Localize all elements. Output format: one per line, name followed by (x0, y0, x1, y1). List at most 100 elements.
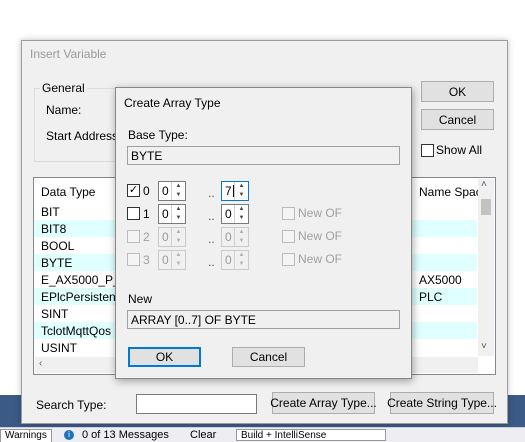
vertical-scrollbar[interactable]: ˄ ˅ (478, 179, 494, 356)
lower-bound-spinner-value: 0 (162, 253, 169, 267)
upper-bound-spinner-value: 0 (225, 207, 232, 221)
upper-bound-spinner-value: 7 (225, 184, 232, 198)
search-type-input[interactable] (136, 394, 257, 414)
range-separator: .. (208, 186, 215, 200)
show-all-label: Show All (436, 143, 483, 157)
spin-arrows[interactable]: ▲ ▼ (171, 228, 185, 246)
chevron-left-icon[interactable]: ‹ (39, 358, 42, 369)
dimension-checkbox (127, 230, 140, 243)
type-name: BOOL (41, 239, 75, 253)
start-address-label: Start Address: (46, 129, 122, 143)
lower-bound-spinner: 0 ▲ ▼ (158, 250, 186, 270)
upper-bound-spinner[interactable]: 7 ▲ ▼ (221, 181, 249, 201)
new-of-checkbox (282, 253, 295, 266)
dimension-rows: ✓ 0 0 ▲ ▼.. 7 ▲ ▼ 1 0 ▲ ▼.. 0 ▲ ▼ New OF 2 0 ▲ ▼.. 0 ▲ ▼ New OF… (116, 181, 411, 271)
new-of-label: New OF (298, 252, 343, 266)
spin-arrows[interactable]: ▲ ▼ (234, 205, 248, 223)
spin-up-icon[interactable]: ▲ (172, 228, 185, 237)
type-name: E_AX5000_P_0 (41, 273, 127, 287)
insert-variable-title: Insert Variable (30, 47, 107, 61)
cancel-button[interactable]: Cancel (421, 109, 494, 130)
type-name: BIT (41, 205, 60, 219)
dimension-checkbox (127, 253, 140, 266)
type-name: TclotMqttQos (41, 324, 112, 338)
spin-down-icon[interactable]: ▼ (235, 237, 248, 246)
spin-down-icon[interactable]: ▼ (172, 191, 185, 200)
new-label: New (128, 292, 153, 306)
dimension-index: 3 (143, 253, 150, 267)
create-array-type-button[interactable]: Create Array Type... (270, 392, 377, 414)
spin-up-icon[interactable]: ▲ (172, 182, 185, 191)
base-type-field: BYTE (127, 146, 400, 165)
spin-arrows[interactable]: ▲ ▼ (171, 182, 185, 200)
dimension-checkbox[interactable] (127, 207, 140, 220)
type-name: BIT8 (41, 222, 67, 236)
new-type-field: ARRAY [0..7] OF BYTE (127, 310, 400, 329)
spin-down-icon[interactable]: ▼ (235, 191, 248, 200)
spin-arrows[interactable]: ▲ ▼ (234, 228, 248, 246)
name-space-header[interactable]: Name Spac (419, 185, 482, 199)
show-all-checkbox[interactable] (421, 144, 434, 157)
type-name: BYTE (41, 256, 73, 270)
warnings-tab[interactable]: Warnings (0, 429, 52, 442)
create-array-title: Create Array Type (124, 96, 221, 110)
warnings-label: Warnings (5, 430, 47, 441)
chevron-down-icon[interactable]: ˅ (481, 341, 487, 352)
upper-bound-spinner: 0 ▲ ▼ (221, 227, 249, 247)
upper-bound-spinner[interactable]: 0 ▲ ▼ (221, 204, 249, 224)
spin-down-icon[interactable]: ▼ (235, 260, 248, 269)
lower-bound-spinner-value: 0 (162, 207, 169, 221)
clear-button[interactable]: Clear (190, 429, 216, 441)
spin-up-icon[interactable]: ▲ (235, 182, 248, 191)
type-namespace: PLC (419, 290, 443, 304)
type-name: SINT (41, 307, 69, 321)
dimension-checkbox[interactable]: ✓ (127, 184, 140, 197)
dimension-index: 0 (143, 184, 150, 198)
lower-bound-spinner: 0 ▲ ▼ (158, 227, 186, 247)
spin-down-icon[interactable]: ▼ (172, 214, 185, 223)
spin-up-icon[interactable]: ▲ (172, 251, 185, 260)
lower-bound-spinner-value: 0 (162, 230, 169, 244)
array-cancel-button[interactable]: Cancel (232, 347, 305, 367)
lower-bound-spinner[interactable]: 0 ▲ ▼ (158, 181, 186, 201)
build-filter-value: Build + IntelliSense (241, 430, 327, 441)
info-icon: i (64, 430, 74, 440)
lower-bound-spinner[interactable]: 0 ▲ ▼ (158, 204, 186, 224)
new-of-checkbox (282, 207, 295, 220)
range-separator: .. (208, 232, 215, 246)
spin-arrows[interactable]: ▲ ▼ (234, 182, 248, 200)
build-filter-select[interactable]: Build + IntelliSense (236, 429, 386, 441)
lower-bound-spinner-value: 0 (162, 184, 169, 198)
upper-bound-spinner: 0 ▲ ▼ (221, 250, 249, 270)
spin-up-icon[interactable]: ▲ (172, 205, 185, 214)
search-type-label: Search Type: (36, 398, 107, 412)
spin-arrows[interactable]: ▲ ▼ (234, 251, 248, 269)
data-type-header[interactable]: Data Type (41, 185, 95, 199)
new-of-label: New OF (298, 229, 343, 243)
spin-arrows[interactable]: ▲ ▼ (171, 251, 185, 269)
chevron-up-icon[interactable]: ˄ (481, 179, 487, 190)
ok-button[interactable]: OK (421, 81, 494, 102)
name-label: Name: (46, 103, 82, 117)
array-ok-button[interactable]: OK (128, 347, 201, 367)
type-name: USINT (41, 341, 77, 355)
general-label: General (40, 81, 87, 95)
spin-up-icon[interactable]: ▲ (235, 251, 248, 260)
range-separator: .. (208, 255, 215, 269)
dimension-index: 2 (143, 230, 150, 244)
spin-up-icon[interactable]: ▲ (235, 205, 248, 214)
new-of-label: New OF (298, 206, 343, 220)
range-separator: .. (208, 209, 215, 223)
spin-arrows[interactable]: ▲ ▼ (171, 205, 185, 223)
spin-down-icon[interactable]: ▼ (172, 260, 185, 269)
upper-bound-spinner-value: 0 (225, 230, 232, 244)
scroll-thumb[interactable] (481, 199, 491, 215)
spin-down-icon[interactable]: ▼ (172, 237, 185, 246)
create-string-type-button[interactable]: Create String Type... (387, 392, 497, 414)
spin-down-icon[interactable]: ▼ (235, 214, 248, 223)
spin-up-icon[interactable]: ▲ (235, 228, 248, 237)
create-array-dialog: Create Array Type Base Type: BYTE ✓ 0 0 ▲ ▼.… (115, 87, 412, 379)
messages-label[interactable]: 0 of 13 Messages (82, 429, 169, 441)
dimension-index: 1 (143, 207, 150, 221)
type-namespace: AX5000 (419, 273, 462, 287)
